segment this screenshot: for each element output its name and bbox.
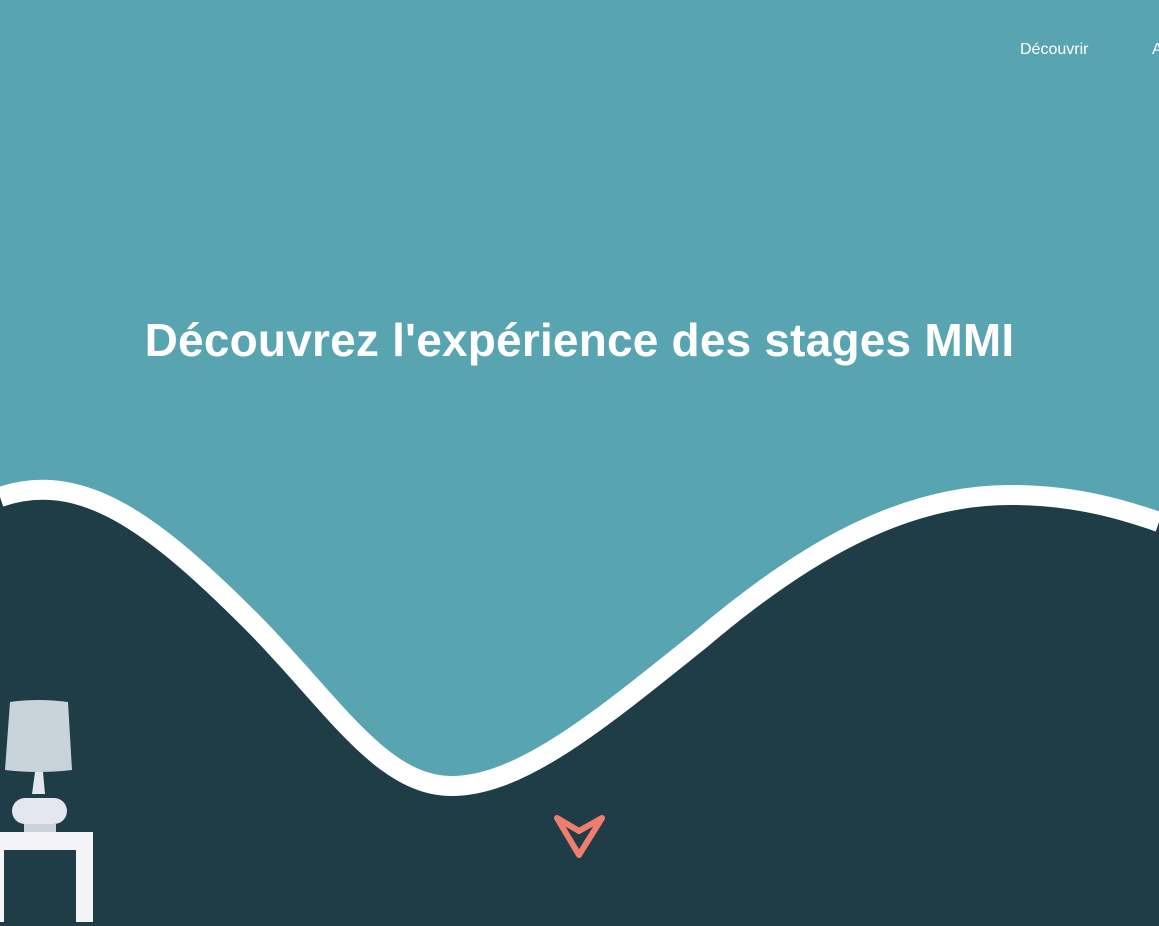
lamp-icon (0, 700, 93, 922)
side-table (0, 832, 93, 922)
nav-link-next[interactable]: A (1152, 41, 1159, 59)
lamp-shade (5, 700, 72, 772)
wave-background (0, 479, 1159, 926)
lamp-foot (24, 824, 56, 832)
nav-link-decouvrir[interactable]: Découvrir (1020, 41, 1088, 59)
lamp-neck (32, 772, 45, 794)
chevron-down-icon[interactable] (551, 810, 609, 862)
lamp-base (12, 798, 67, 824)
top-nav: Découvrir A (0, 0, 1159, 100)
page-title: Découvrez l'expérience des stages MMI (144, 314, 1015, 366)
